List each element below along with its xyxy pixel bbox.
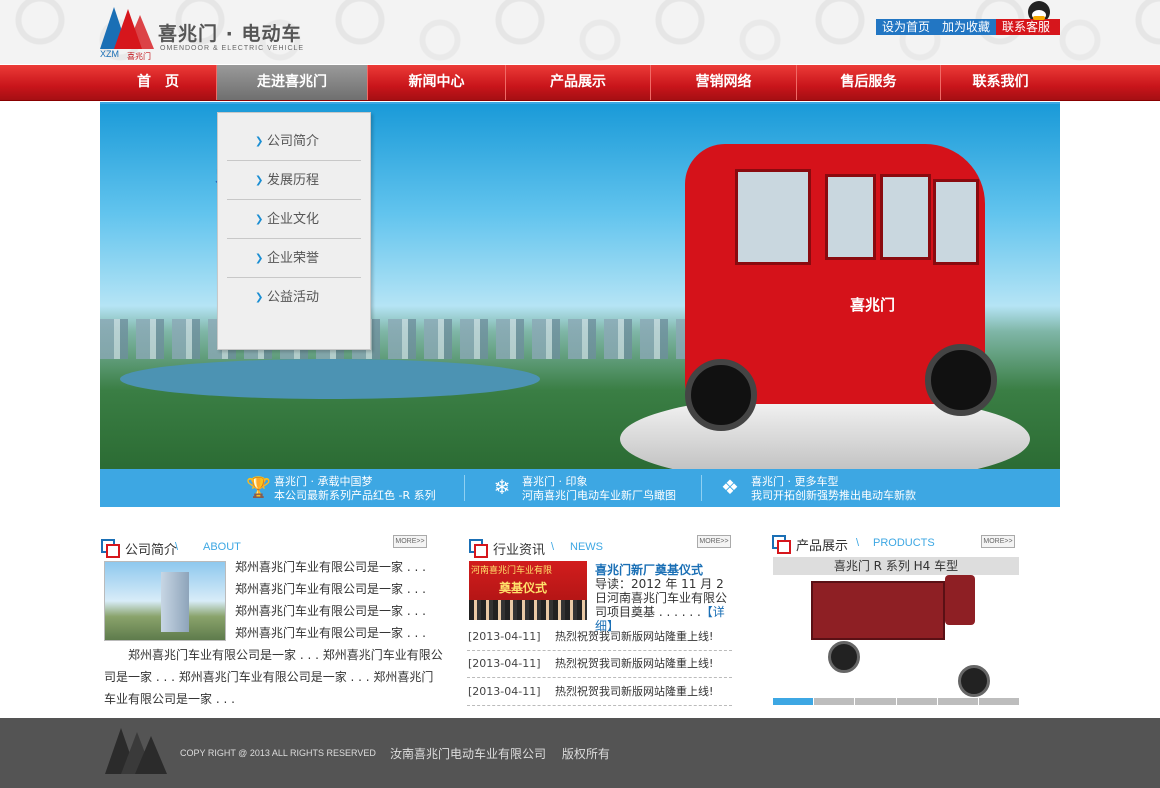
- brand-name-en: OMENDOOR & ELECTRIC VEHICLE: [160, 45, 305, 52]
- dropdown-item-label: 公益活动: [267, 290, 320, 305]
- slider-dot[interactable]: [896, 698, 937, 705]
- ceremony-banner-title: 奠基仪式: [499, 581, 548, 595]
- news-title[interactable]: 热烈祝贺我司新版网站隆重上线!: [555, 651, 713, 677]
- news-more-button[interactable]: MORE>>: [697, 535, 731, 548]
- section-title-en: PRODUCTS: [873, 537, 935, 549]
- product-slider-dots: [773, 698, 1020, 705]
- diamond-grid-icon: ❖: [721, 475, 739, 499]
- nav-item-products[interactable]: 产品展示: [506, 65, 651, 100]
- news-headline-link[interactable]: 喜兆门新厂奠基仪式: [595, 561, 703, 578]
- city-skyline: [100, 319, 740, 359]
- nav-item-news[interactable]: 新闻中心: [368, 65, 506, 100]
- chevron-right-icon: ❯: [255, 136, 264, 147]
- slider-dot[interactable]: [855, 698, 896, 705]
- dropdown-item-company-profile[interactable]: ❯ 公司简介: [227, 123, 361, 161]
- dropdown-item-culture[interactable]: ❯ 企业文化: [227, 201, 361, 239]
- strip-divider: [464, 475, 465, 501]
- news-list-item[interactable]: [2013-04-11] 热烈祝贺我司新版网站隆重上线!: [467, 624, 732, 651]
- site-header: XZM 喜兆门 喜兆门 · 电动车 OMENDOOR & ELECTRIC VE…: [0, 0, 1160, 64]
- products-more-button[interactable]: MORE>>: [981, 535, 1015, 548]
- about-line: 郑州喜兆门车业有限公司是一家 . . .: [235, 626, 426, 640]
- vehicle-brand-label: 喜兆门: [850, 296, 896, 314]
- chevron-right-icon: ❯: [255, 175, 264, 186]
- chevron-right-icon: ❯: [255, 253, 264, 264]
- strip-item-desc: 本公司最新系列产品红色 -R 系列: [274, 489, 436, 502]
- site-footer: COPY RIGHT @ 2013 ALL RIGHTS RESERVED 汝南…: [0, 718, 1160, 788]
- news-list-item[interactable]: [2013-04-11] 热烈祝贺我司新版网站隆重上线!: [467, 679, 732, 706]
- nav-item-home[interactable]: 首 页: [100, 65, 217, 100]
- nav-item-marketing[interactable]: 营销网络: [651, 65, 797, 100]
- lake-image: [120, 359, 540, 399]
- top-links: 设为首页 加为收藏 联系客服: [875, 19, 1060, 35]
- slider-dot[interactable]: [814, 698, 855, 705]
- news-title[interactable]: 热烈祝贺我司新版网站隆重上线!: [555, 624, 713, 650]
- about-paragraph: 郑州喜兆门车业有限公司是一家 . . . 郑州喜兆门车业有限公司是一家 . . …: [104, 648, 443, 706]
- trophy-icon: 🏆: [246, 475, 271, 499]
- brand-name: 喜兆门 · 电动车: [158, 23, 302, 45]
- slider-dot[interactable]: [773, 698, 814, 705]
- dropdown-item-label: 公司简介: [267, 134, 320, 149]
- logo-peaks-icon: [100, 7, 154, 49]
- banner-info-strip: 🏆 喜兆门 · 承载中国梦 本公司最新系列产品红色 -R 系列 ❄ 喜兆门 · …: [100, 469, 1060, 507]
- section-title-cn: 产品展示: [796, 539, 849, 554]
- about-line: 郑州喜兆门车业有限公司是一家 . . .: [235, 560, 426, 574]
- copyright-en: COPY RIGHT @ 2013 ALL RIGHTS RESERVED: [180, 748, 376, 758]
- strip-divider: [701, 475, 702, 501]
- section-title-en: ABOUT: [203, 541, 241, 553]
- news-date: [2013-04-11]: [468, 657, 541, 670]
- strip-item-title: 喜兆门 · 印象: [522, 475, 588, 488]
- dropdown-item-history[interactable]: ❯ 发展历程: [227, 162, 361, 200]
- products-section-title: 产品展示 \ PRODUCTS: [772, 533, 972, 554]
- about-line: 郑州喜兆门车业有限公司是一家 . . .: [235, 582, 426, 596]
- set-homepage-link[interactable]: 设为首页: [875, 19, 936, 35]
- strip-item-title: 喜兆门 · 承载中国梦: [274, 475, 373, 488]
- slider-dot[interactable]: [937, 698, 978, 705]
- add-favorite-link[interactable]: 加为收藏: [935, 19, 996, 35]
- copyright-cn: 汝南喜兆门电动车业有限公司 版权所有: [390, 747, 610, 761]
- site-logo[interactable]: XZM 喜兆门 喜兆门 · 电动车 OMENDOOR & ELECTRIC VE…: [100, 5, 303, 63]
- about-line: 郑州喜兆门车业有限公司是一家 . . .: [235, 604, 426, 618]
- logo-mark-text: XZM: [100, 49, 119, 59]
- ceremony-banner-text: 河南喜兆门车业有限: [471, 566, 553, 576]
- red-tricycle-image: 喜兆门: [675, 144, 997, 444]
- strip-item-impression[interactable]: ❄ 喜兆门 · 印象 河南喜兆门电动车业新厂鸟瞰图: [490, 475, 700, 503]
- main-nav: 首 页 走进喜兆门 新闻中心 产品展示 营销网络 售后服务 联系我们: [0, 65, 1160, 101]
- about-dropdown-menu: ❯ 公司简介 ❯ 发展历程 ❯ 企业文化 ❯ 企业荣誉 ❯ 公益活动: [217, 112, 371, 350]
- section-title-cn: 公司简介: [125, 543, 178, 558]
- footer-logo-icon: [105, 728, 167, 774]
- contact-service-link[interactable]: 联系客服: [995, 19, 1060, 35]
- news-title[interactable]: 热烈祝贺我司新版网站隆重上线!: [555, 679, 713, 705]
- slider-dot[interactable]: [978, 698, 1020, 705]
- news-list-item[interactable]: [2013-04-11] 热烈祝贺我司新版网站隆重上线!: [467, 651, 732, 678]
- company-building-image[interactable]: [104, 561, 226, 641]
- nav-item-service[interactable]: 售后服务: [797, 65, 941, 100]
- chevron-right-icon: ❯: [255, 292, 264, 303]
- news-date: [2013-04-11]: [468, 685, 541, 698]
- chevron-right-icon: ❯: [255, 214, 264, 225]
- cargo-tricycle-image[interactable]: [773, 575, 1019, 697]
- nav-item-about[interactable]: 走进喜兆门: [217, 65, 368, 100]
- snowflake-icon: ❄: [493, 475, 511, 499]
- dropdown-item-label: 发展历程: [267, 173, 320, 188]
- dropdown-item-charity[interactable]: ❯ 公益活动: [227, 279, 361, 317]
- news-section-title: 行业资讯 \ NEWS: [469, 537, 699, 558]
- nav-item-contact[interactable]: 联系我们: [941, 65, 1060, 100]
- section-title-cn: 行业资讯: [493, 543, 546, 558]
- strip-item-desc: 河南喜兆门电动车业新厂鸟瞰图: [522, 489, 676, 502]
- dropdown-item-label: 企业荣誉: [267, 251, 320, 266]
- strip-item-title: 喜兆门 · 更多车型: [751, 475, 839, 488]
- strip-item-dream[interactable]: 🏆 喜兆门 · 承载中国梦 本公司最新系列产品红色 -R 系列: [246, 475, 456, 503]
- strip-item-desc: 我司开拓创新强势推出电动车新款: [751, 489, 916, 502]
- news-date: [2013-04-11]: [468, 630, 541, 643]
- strip-item-models[interactable]: ❖ 喜兆门 · 更多车型 我司开拓创新强势推出电动车新款: [718, 475, 938, 503]
- product-caption[interactable]: 喜兆门 R 系列 H4 车型: [773, 557, 1019, 575]
- about-more-button[interactable]: MORE>>: [393, 535, 427, 548]
- about-section-title: 公司简介 \ ABOUT: [101, 537, 431, 558]
- ceremony-image[interactable]: 河南喜兆门车业有限 奠基仪式: [469, 561, 587, 620]
- logo-mark-cn: 喜兆门: [127, 52, 151, 61]
- dropdown-item-honors[interactable]: ❯ 企业荣誉: [227, 240, 361, 278]
- dropdown-item-label: 企业文化: [267, 212, 320, 227]
- section-title-en: NEWS: [570, 541, 603, 553]
